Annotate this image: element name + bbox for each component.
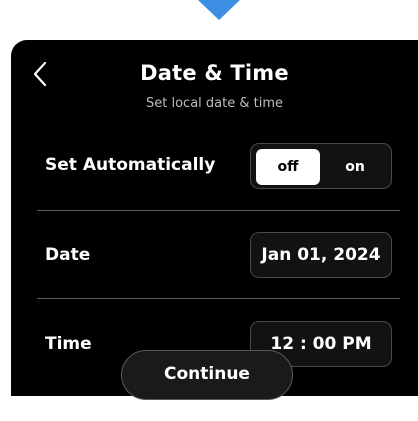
continue-button[interactable]: Continue <box>121 350 293 400</box>
down-arrow-pointer-icon <box>198 0 240 20</box>
set-automatically-label: Set Automatically <box>45 155 216 175</box>
toggle-on-option[interactable]: on <box>323 149 387 185</box>
page-title: Date & Time <box>140 61 289 85</box>
page-subtitle: Set local date & time <box>146 96 283 111</box>
time-label: Time <box>45 334 92 354</box>
date-time-panel: Date & Time Set local date & time Set Au… <box>11 40 418 396</box>
set-automatically-toggle[interactable]: off on <box>250 143 392 189</box>
date-picker-button[interactable]: Jan 01, 2024 <box>250 232 392 278</box>
divider <box>37 210 400 211</box>
divider <box>37 298 400 299</box>
date-label: Date <box>45 245 91 265</box>
toggle-off-option[interactable]: off <box>256 149 320 185</box>
